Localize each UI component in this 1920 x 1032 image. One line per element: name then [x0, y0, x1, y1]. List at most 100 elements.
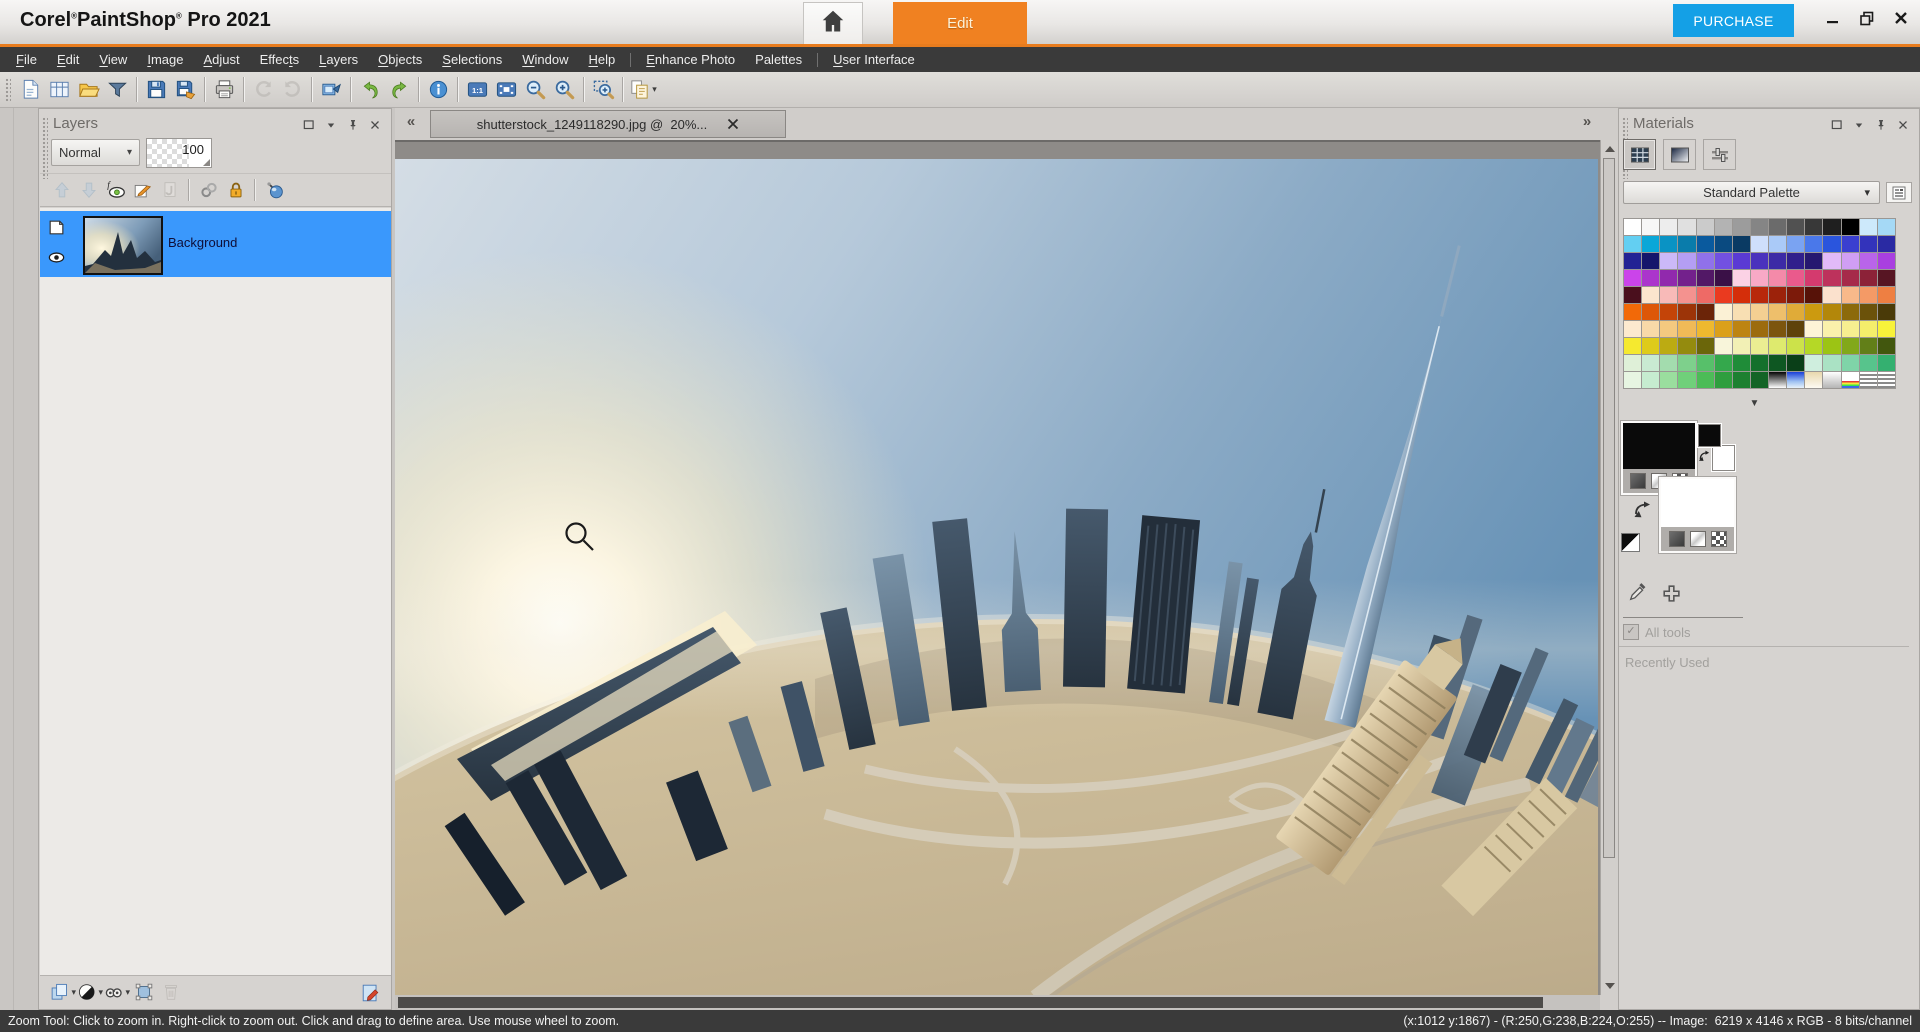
- color-swatch[interactable]: [1769, 219, 1786, 235]
- color-swatch[interactable]: [1751, 355, 1768, 371]
- color-swatch[interactable]: [1751, 321, 1768, 337]
- color-swatch[interactable]: [1678, 355, 1695, 371]
- color-swatch[interactable]: [1642, 355, 1659, 371]
- color-swatch[interactable]: [1860, 287, 1877, 303]
- color-swatch[interactable]: [1842, 219, 1859, 235]
- color-swatch[interactable]: [1805, 270, 1822, 286]
- color-swatch[interactable]: [1660, 219, 1677, 235]
- color-swatch[interactable]: [1842, 321, 1859, 337]
- color-swatch[interactable]: [1860, 253, 1877, 269]
- vertical-scroll-thumb[interactable]: [1603, 158, 1615, 858]
- color-swatch[interactable]: [1733, 270, 1750, 286]
- document-tab[interactable]: shutterstock_1249118290.jpg @ 20%...: [430, 110, 786, 138]
- background-color-swatch[interactable]: [1661, 479, 1734, 527]
- color-swatch[interactable]: [1715, 372, 1732, 388]
- color-swatch[interactable]: [1787, 287, 1804, 303]
- horizontal-scrollbar[interactable]: [395, 995, 1600, 1010]
- undo-icon[interactable]: [356, 76, 385, 104]
- document-close-icon[interactable]: [727, 118, 739, 130]
- color-swatch[interactable]: [1697, 270, 1714, 286]
- color-swatch[interactable]: [1860, 219, 1877, 235]
- color-swatch[interactable]: [1660, 253, 1677, 269]
- color-swatch[interactable]: [1678, 219, 1695, 235]
- color-swatch[interactable]: [1660, 287, 1677, 303]
- layer-visibility-icon[interactable]: [47, 248, 66, 267]
- color-swatch[interactable]: [1787, 304, 1804, 320]
- menu-window[interactable]: Window: [512, 47, 578, 72]
- color-swatch[interactable]: [1678, 372, 1695, 388]
- color-swatch[interactable]: [1624, 287, 1641, 303]
- color-swatch[interactable]: [1860, 236, 1877, 252]
- color-swatch[interactable]: [1805, 219, 1822, 235]
- color-swatch[interactable]: [1769, 338, 1786, 354]
- color-swatch[interactable]: [1878, 372, 1895, 388]
- color-swatch[interactable]: [1678, 270, 1695, 286]
- panel-pin-icon[interactable]: [1872, 117, 1889, 132]
- gradient-style-icon[interactable]: [1690, 531, 1706, 547]
- horizontal-scroll-thumb[interactable]: [398, 997, 1543, 1008]
- color-swatch[interactable]: [1769, 253, 1786, 269]
- color-swatch[interactable]: [1697, 236, 1714, 252]
- color-swatch[interactable]: [1878, 287, 1895, 303]
- minimize-icon[interactable]: [1822, 7, 1844, 29]
- color-swatch[interactable]: [1678, 253, 1695, 269]
- layer-row-background[interactable]: Background: [40, 211, 391, 277]
- color-swatch[interactable]: [1860, 270, 1877, 286]
- color-swatch[interactable]: [1751, 304, 1768, 320]
- color-swatch[interactable]: [1678, 304, 1695, 320]
- fit-window-icon[interactable]: [492, 76, 521, 104]
- opacity-field[interactable]: 100: [146, 138, 212, 168]
- add-material-icon[interactable]: [1661, 583, 1683, 605]
- menu-user-interface[interactable]: User Interface: [823, 47, 925, 72]
- menu-effects[interactable]: Effects: [250, 47, 310, 72]
- color-swatch[interactable]: [1878, 236, 1895, 252]
- color-swatch[interactable]: [1769, 270, 1786, 286]
- color-swatch[interactable]: [1715, 270, 1732, 286]
- browse-icon[interactable]: [45, 76, 74, 104]
- tab-swatches[interactable]: [1623, 139, 1656, 170]
- color-swatch[interactable]: [1751, 253, 1768, 269]
- layer-name[interactable]: Background: [168, 235, 237, 250]
- color-swatch[interactable]: [1860, 321, 1877, 337]
- color-swatch[interactable]: [1697, 219, 1714, 235]
- more-swatches-icon[interactable]: ▼: [1619, 398, 1890, 409]
- adjustment-layer-icon[interactable]: ▾: [76, 979, 103, 1006]
- actual-size-icon[interactable]: 1:1: [463, 76, 492, 104]
- menu-adjust[interactable]: Adjust: [193, 47, 249, 72]
- color-swatch[interactable]: [1751, 219, 1768, 235]
- color-swatch[interactable]: [1842, 270, 1859, 286]
- color-swatch[interactable]: [1842, 338, 1859, 354]
- tab-mixer[interactable]: [1703, 139, 1736, 170]
- color-swatch[interactable]: [1733, 355, 1750, 371]
- color-swatch[interactable]: [1624, 304, 1641, 320]
- eyedropper-icon[interactable]: [1627, 581, 1649, 603]
- resize-handle-icon[interactable]: [203, 159, 210, 166]
- panel-grip[interactable]: [42, 117, 48, 179]
- restore-icon[interactable]: [1856, 7, 1878, 29]
- color-swatch[interactable]: [1624, 270, 1641, 286]
- color-swatch[interactable]: [1678, 287, 1695, 303]
- color-swatch[interactable]: [1769, 304, 1786, 320]
- color-style-icon[interactable]: [1669, 531, 1685, 547]
- color-swatch[interactable]: [1624, 236, 1641, 252]
- visibility-icon[interactable]: f: [102, 177, 129, 204]
- color-swatch[interactable]: [1860, 304, 1877, 320]
- color-swatch[interactable]: [1787, 355, 1804, 371]
- canvas-view[interactable]: [395, 140, 1600, 995]
- color-swatch[interactable]: [1660, 338, 1677, 354]
- color-swatch[interactable]: [1715, 338, 1732, 354]
- color-swatch[interactable]: [1715, 236, 1732, 252]
- color-swatch[interactable]: [1769, 236, 1786, 252]
- color-swatch[interactable]: [1642, 253, 1659, 269]
- layer-thumbnail[interactable]: [83, 216, 163, 275]
- color-swatch[interactable]: [1823, 270, 1840, 286]
- menu-objects[interactable]: Objects: [368, 47, 432, 72]
- color-swatch[interactable]: [1733, 236, 1750, 252]
- new-image-icon[interactable]: [16, 76, 45, 104]
- color-swatch[interactable]: [1860, 355, 1877, 371]
- color-swatch[interactable]: [1878, 355, 1895, 371]
- color-swatch[interactable]: [1805, 355, 1822, 371]
- color-swatch[interactable]: [1787, 372, 1804, 388]
- color-swatch[interactable]: [1697, 338, 1714, 354]
- color-swatch[interactable]: [1878, 270, 1895, 286]
